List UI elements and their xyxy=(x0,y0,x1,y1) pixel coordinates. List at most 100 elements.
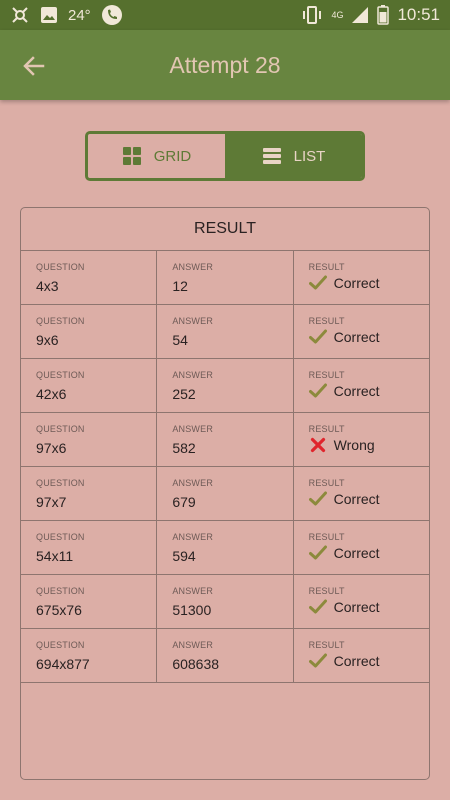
question-value: 694x877 xyxy=(36,656,90,672)
question-value: 97x7 xyxy=(36,494,67,510)
question-cell: QUESTION 675x76 xyxy=(21,575,158,628)
question-label: QUESTION xyxy=(36,532,85,542)
question-value: 9x6 xyxy=(36,332,59,348)
question-cell: QUESTION 97x6 xyxy=(21,413,158,466)
result-header: RESULT xyxy=(21,208,429,251)
question-label: QUESTION xyxy=(36,478,85,488)
phone-call-icon xyxy=(101,4,123,26)
result-cell: RESULT Wrong xyxy=(294,413,429,466)
answer-cell: ANSWER 51300 xyxy=(157,575,294,628)
list-view-button[interactable]: LIST xyxy=(225,134,362,178)
check-icon xyxy=(308,382,327,400)
question-label: QUESTION xyxy=(36,424,85,434)
result-label: RESULT xyxy=(308,478,345,488)
table-row: QUESTION 54x11 ANSWER 594 RESULT Correct xyxy=(21,521,429,575)
answer-cell: ANSWER 252 xyxy=(157,359,294,412)
table-row: QUESTION 97x7 ANSWER 679 RESULT Correct xyxy=(21,467,429,521)
battery-icon xyxy=(377,5,390,25)
check-icon xyxy=(308,598,327,616)
question-value: 4x3 xyxy=(36,278,59,294)
result-label: RESULT xyxy=(308,640,345,650)
result-cell: RESULT Correct xyxy=(294,467,429,520)
answer-cell: ANSWER 594 xyxy=(157,521,294,574)
result-label: RESULT xyxy=(308,316,345,326)
result-value: Correct xyxy=(333,383,380,399)
vibrate-icon xyxy=(301,6,323,24)
app-notification-icon xyxy=(10,5,30,25)
result-value: Correct xyxy=(333,653,380,669)
question-value: 97x6 xyxy=(36,440,67,456)
answer-label: ANSWER xyxy=(172,316,214,326)
grid-view-button[interactable]: GRID xyxy=(88,134,225,178)
table-row: QUESTION 4x3 ANSWER 12 RESULT Correct xyxy=(21,251,429,305)
answer-value: 608638 xyxy=(172,656,220,672)
result-cell: RESULT Correct xyxy=(294,305,429,358)
result-label: RESULT xyxy=(308,532,345,542)
question-label: QUESTION xyxy=(36,370,85,380)
check-icon xyxy=(308,652,327,670)
network-type-text: 4G xyxy=(331,10,344,20)
question-cell: QUESTION 694x877 xyxy=(21,629,158,682)
result-table: QUESTION 4x3 ANSWER 12 RESULT Correct QUESTION… xyxy=(21,251,429,683)
answer-value: 252 xyxy=(172,386,196,402)
result-cell: RESULT Correct xyxy=(294,359,429,412)
result-cell: RESULT Correct xyxy=(294,521,429,574)
result-value: Correct xyxy=(333,545,380,561)
question-label: QUESTION xyxy=(36,586,85,596)
answer-value: 12 xyxy=(172,278,188,294)
table-row: QUESTION 675x76 ANSWER 51300 RESULT Correct xyxy=(21,575,429,629)
result-value: Correct xyxy=(333,275,380,291)
answer-cell: ANSWER 608638 xyxy=(157,629,294,682)
answer-value: 679 xyxy=(172,494,196,510)
answer-label: ANSWER xyxy=(172,640,214,650)
status-bar: 24° 4G 10:51 xyxy=(0,0,450,30)
answer-label: ANSWER xyxy=(172,424,214,434)
answer-value: 594 xyxy=(172,548,196,564)
answer-label: ANSWER xyxy=(172,478,214,488)
result-cell: RESULT Correct xyxy=(294,575,429,628)
result-card: RESULT QUESTION 4x3 ANSWER 12 RESULT Correct Q… xyxy=(20,207,430,780)
table-row: QUESTION 9x6 ANSWER 54 RESULT Correct xyxy=(21,305,429,359)
answer-cell: ANSWER 582 xyxy=(157,413,294,466)
grid-icon xyxy=(122,147,141,165)
table-row: QUESTION 694x877 ANSWER 608638 RESULT Correct xyxy=(21,629,429,683)
answer-cell: ANSWER 54 xyxy=(157,305,294,358)
answer-value: 54 xyxy=(172,332,188,348)
question-label: QUESTION xyxy=(36,262,85,272)
signal-icon xyxy=(351,6,369,24)
temperature-text: 24° xyxy=(68,6,91,24)
cross-icon xyxy=(309,436,327,454)
image-icon xyxy=(40,6,58,24)
check-icon xyxy=(308,274,327,292)
question-cell: QUESTION 9x6 xyxy=(21,305,158,358)
answer-value: 582 xyxy=(172,440,196,456)
answer-cell: ANSWER 679 xyxy=(157,467,294,520)
question-label: QUESTION xyxy=(36,316,85,326)
list-view-label: LIST xyxy=(293,147,326,165)
answer-label: ANSWER xyxy=(172,370,214,380)
table-row: QUESTION 42x6 ANSWER 252 RESULT Correct xyxy=(21,359,429,413)
question-cell: QUESTION 54x11 xyxy=(21,521,158,574)
result-label: RESULT xyxy=(308,262,345,272)
answer-label: ANSWER xyxy=(172,262,214,272)
view-toggle: GRID LIST xyxy=(85,131,365,181)
result-cell: RESULT Correct xyxy=(294,629,429,682)
answer-label: ANSWER xyxy=(172,586,214,596)
question-cell: QUESTION 4x3 xyxy=(21,251,158,304)
check-icon xyxy=(308,490,327,508)
answer-label: ANSWER xyxy=(172,532,214,542)
result-cell: RESULT Correct xyxy=(294,251,429,304)
result-label: RESULT xyxy=(308,370,345,380)
list-icon xyxy=(262,148,281,164)
question-label: QUESTION xyxy=(36,640,85,650)
grid-view-label: GRID xyxy=(153,147,192,165)
result-label: RESULT xyxy=(308,424,345,434)
question-value: 54x11 xyxy=(36,548,74,564)
app-bar: Attempt 28 xyxy=(0,30,450,100)
check-icon xyxy=(308,544,327,562)
result-label: RESULT xyxy=(308,586,345,596)
result-value: Correct xyxy=(333,599,380,615)
answer-value: 51300 xyxy=(172,602,212,618)
question-cell: QUESTION 97x7 xyxy=(21,467,158,520)
page-title: Attempt 28 xyxy=(169,52,281,78)
